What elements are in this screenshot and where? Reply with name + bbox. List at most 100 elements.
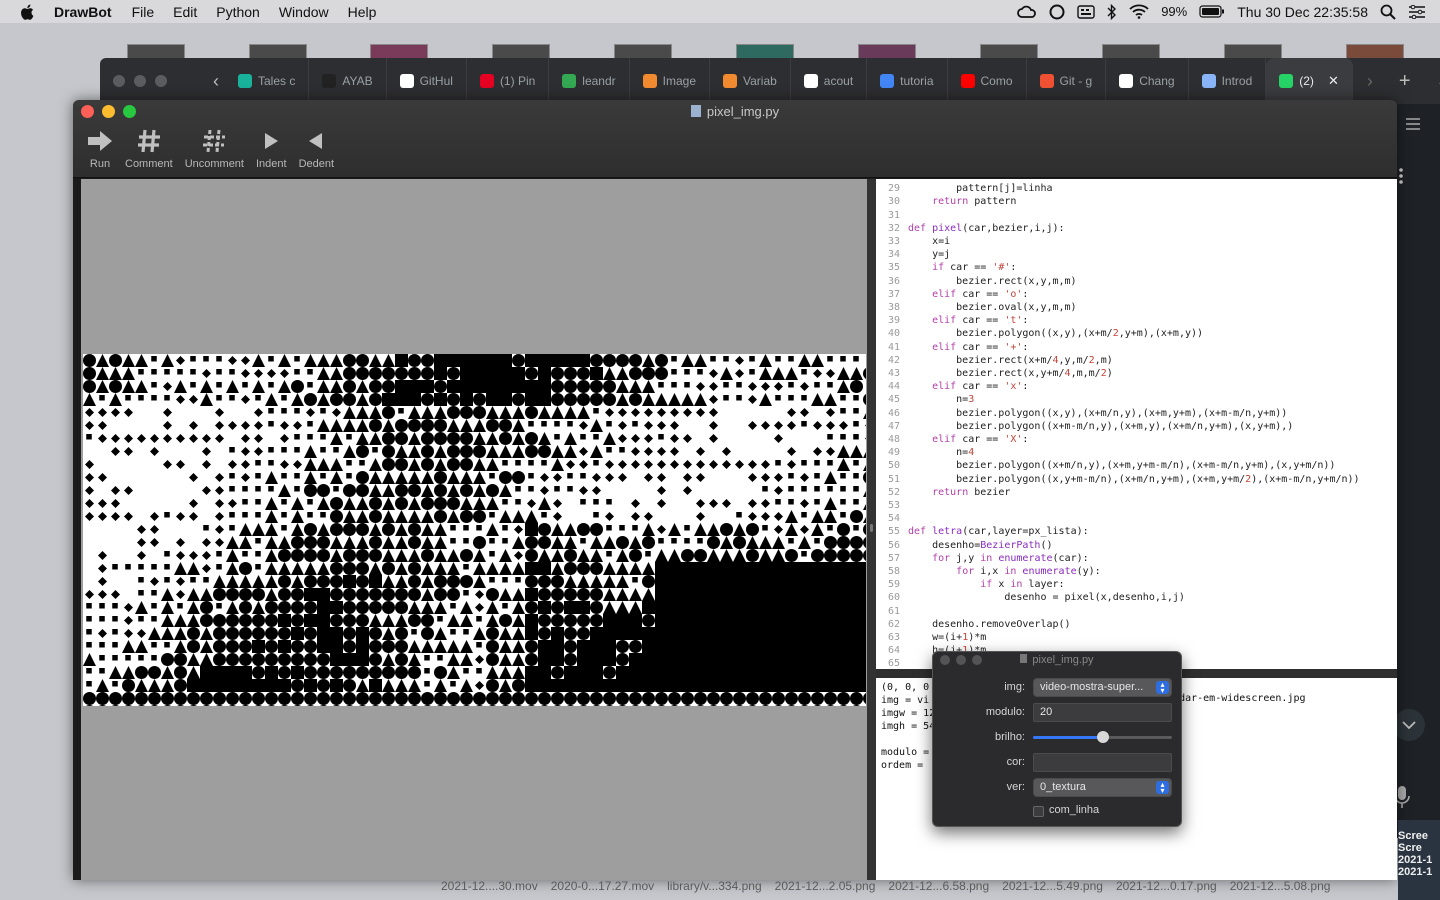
code-line[interactable]: 56 desenho=BezierPath() xyxy=(876,539,1053,552)
battery-icon[interactable] xyxy=(1199,5,1225,18)
close-icon[interactable] xyxy=(113,75,125,87)
vertical-splitter[interactable] xyxy=(867,179,876,880)
code-line[interactable]: 41 elif car == '+': xyxy=(876,341,1029,354)
browser-tab[interactable]: Como xyxy=(948,58,1027,104)
menu-icon[interactable] xyxy=(1405,118,1421,130)
code-line[interactable]: 43 bezier.rect(x,y+m/4,m,m/2) xyxy=(876,367,1113,380)
tab-close-icon[interactable]: ✕ xyxy=(1328,73,1339,89)
code-line[interactable]: 31 xyxy=(876,209,908,222)
clock[interactable]: Thu 30 Dec 22:35:58 xyxy=(1237,4,1368,20)
desktop-file[interactable]: 2021-1 xyxy=(1398,854,1432,866)
dedent-button[interactable]: Dedent xyxy=(293,124,340,170)
minimize-icon[interactable] xyxy=(134,75,146,87)
desktop-file[interactable]: 2021-12...2.05.png xyxy=(775,879,876,893)
desktop-file[interactable]: 2021-12...6.58.png xyxy=(888,879,989,893)
ver-select[interactable]: 0_textura ▴ ▾ xyxy=(1033,778,1172,797)
indent-button[interactable]: Indent xyxy=(250,124,293,170)
code-line[interactable]: 34 y=j xyxy=(876,248,950,261)
browser-tab[interactable]: Introd xyxy=(1189,58,1267,104)
circle-status-icon[interactable] xyxy=(1049,4,1065,20)
desktop-file[interactable]: 2021-12....30.mov xyxy=(441,879,538,893)
code-line[interactable]: 61 xyxy=(876,605,908,618)
code-line[interactable]: 52 return bezier xyxy=(876,486,1010,499)
code-line[interactable]: 36 bezier.rect(x,y,m,m) xyxy=(876,275,1077,288)
modulo-input[interactable]: 20 xyxy=(1033,703,1172,722)
code-line[interactable]: 29 pattern[j]=linha xyxy=(876,182,1053,195)
code-line[interactable]: 58 for i,x in enumerate(y): xyxy=(876,565,1101,578)
browser-tab[interactable]: Variab xyxy=(710,58,791,104)
browser-tab[interactable]: (1) Pin xyxy=(467,58,550,104)
canvas-preview[interactable] xyxy=(81,179,867,880)
desktop-file[interactable]: 2021-12...0.17.png xyxy=(1116,879,1217,893)
code-line[interactable]: 40 bezier.polygon((x,y),(x+m/2,y+m),(x+m… xyxy=(876,327,1203,340)
img-select[interactable]: video-mostra-super... ▴ ▾ xyxy=(1033,678,1172,697)
code-line[interactable]: 55 def letra(car,layer=px_lista): xyxy=(876,525,1089,538)
apple-menu-icon[interactable] xyxy=(19,3,37,21)
tab-list-chevron-down-icon[interactable]: ⌄ xyxy=(1437,73,1440,90)
code-line[interactable]: 65 xyxy=(876,657,908,669)
control-center-icon[interactable] xyxy=(1408,4,1426,19)
desktop-file[interactable]: 2021-12...5.49.png xyxy=(1002,879,1103,893)
browser-tab[interactable]: acout xyxy=(791,58,868,104)
desktop-file[interactable]: 2021-12...5.08.png xyxy=(1230,879,1331,893)
browser-tab[interactable]: tutoria xyxy=(867,58,948,104)
code-line[interactable]: 54 xyxy=(876,512,908,525)
desktop-file[interactable]: Scre xyxy=(1398,842,1422,854)
code-line[interactable]: 44 elif car == 'x': xyxy=(876,380,1029,393)
code-line[interactable]: 33 x=i xyxy=(876,235,950,248)
desktop-file[interactable]: 2020-0...17.27.mov xyxy=(551,879,654,893)
code-line[interactable]: 37 elif car == 'o': xyxy=(876,288,1029,301)
code-line[interactable]: 30 return pattern xyxy=(876,195,1016,208)
creative-cloud-icon[interactable] xyxy=(1017,5,1037,19)
code-line[interactable]: 50 bezier.polygon((x+m/n,y),(x+m,y+m-m/n… xyxy=(876,459,1336,472)
new-tab-icon[interactable]: + xyxy=(1399,70,1411,93)
code-line[interactable]: 53 xyxy=(876,499,908,512)
code-line[interactable]: 46 bezier.polygon((x,y),(x+m/n,y),(x+m,y… xyxy=(876,407,1287,420)
browser-tab[interactable]: Tales c xyxy=(225,58,310,104)
browser-tab[interactable]: Image xyxy=(630,58,710,104)
code-editor[interactable]: 28 linha+=x29 pattern[j]=linha30 return … xyxy=(876,179,1397,669)
desktop-file[interactable]: Scree xyxy=(1398,830,1428,842)
browser-tab[interactable]: GitHul xyxy=(387,58,467,104)
com-linha-checkbox[interactable] xyxy=(1033,806,1044,817)
code-line[interactable]: 35 if car == '#': xyxy=(876,261,1016,274)
more-options-icon[interactable] xyxy=(1398,166,1404,186)
code-line[interactable]: 49 n=4 xyxy=(876,446,974,459)
uncomment-button[interactable]: Uncomment xyxy=(179,124,250,170)
comment-button[interactable]: Comment xyxy=(119,124,179,170)
scroll-down-chevron-icon[interactable] xyxy=(1392,708,1426,742)
code-line[interactable]: 51 bezier.polygon((x,y+m-m/n),(x+m/n,y+m… xyxy=(876,473,1360,486)
code-line[interactable]: 57 for j,y in enumerate(car): xyxy=(876,552,1089,565)
code-line[interactable]: 32 def pixel(car,bezier,i,j): xyxy=(876,222,1065,235)
bluetooth-icon[interactable] xyxy=(1107,3,1117,20)
run-button[interactable]: Run xyxy=(81,124,119,170)
spotlight-search-icon[interactable] xyxy=(1380,4,1396,20)
cor-color-well[interactable] xyxy=(1033,753,1172,772)
code-line[interactable]: 47 bezier.polygon((x+m-m/n,y),(x+m,y),(x… xyxy=(876,420,1293,433)
menu-edit[interactable]: Edit xyxy=(173,4,197,20)
browser-tab[interactable]: (2) ✕ xyxy=(1266,58,1353,104)
code-line[interactable]: 42 bezier.rect(x+m/4,y,m/2,m) xyxy=(876,354,1113,367)
code-line[interactable]: 38 bezier.oval(x,y,m,m) xyxy=(876,301,1077,314)
code-line[interactable]: 63 w=(i+1)*m xyxy=(876,631,986,644)
app-menu[interactable]: DrawBot xyxy=(54,4,112,20)
code-line[interactable]: 62 desenho.removeOverlap() xyxy=(876,618,1071,631)
code-line[interactable]: 60 desenho = pixel(x,desenho,i,j) xyxy=(876,591,1185,604)
menu-help[interactable]: Help xyxy=(348,4,377,20)
menu-file[interactable]: File xyxy=(132,4,155,20)
browser-tab[interactable]: Chang xyxy=(1106,58,1189,104)
code-line[interactable]: 48 elif car == 'X': xyxy=(876,433,1029,446)
zoom-icon[interactable] xyxy=(155,75,167,87)
brilho-slider-knob[interactable] xyxy=(1096,731,1109,743)
keyboard-menu-icon[interactable] xyxy=(1077,4,1095,19)
tab-scroll-left-icon[interactable]: ‹ xyxy=(213,71,219,92)
menu-python[interactable]: Python xyxy=(216,4,260,20)
wifi-icon[interactable] xyxy=(1129,4,1149,19)
code-line[interactable]: 39 elif car == 't': xyxy=(876,314,1029,327)
splitter-handle[interactable] xyxy=(870,524,873,532)
browser-tab[interactable]: leandr xyxy=(549,58,630,104)
desktop-file[interactable]: library/v...334.png xyxy=(667,879,762,893)
browser-tab[interactable]: AYAB xyxy=(309,58,387,104)
code-line[interactable]: 59 if x in layer: xyxy=(876,578,1065,591)
code-line[interactable]: 45 n=3 xyxy=(876,393,974,406)
